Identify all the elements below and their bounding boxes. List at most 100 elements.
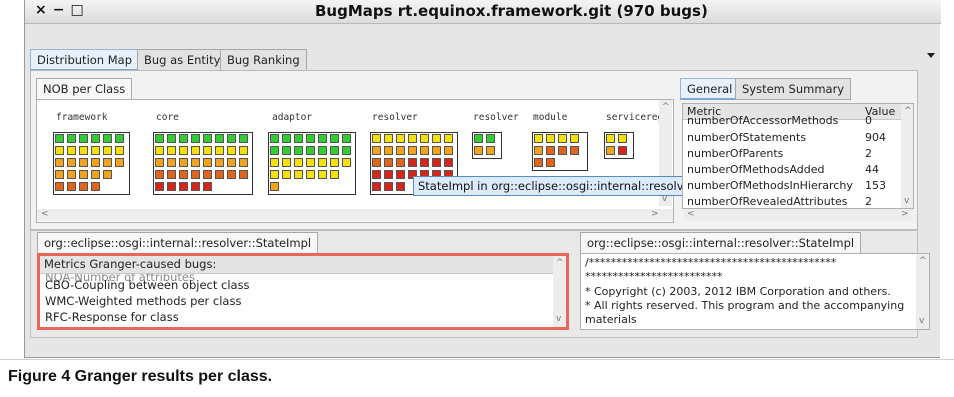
class-cell[interactable] bbox=[384, 134, 393, 143]
minimize-icon[interactable]: − bbox=[53, 2, 71, 18]
class-cell[interactable] bbox=[103, 158, 112, 167]
class-cell[interactable] bbox=[67, 170, 76, 179]
table-row[interactable]: numberOfAccessorMethods 0 bbox=[683, 114, 903, 130]
class-cell[interactable] bbox=[215, 134, 224, 143]
class-cell[interactable] bbox=[270, 182, 279, 191]
table-row[interactable]: numberOfMethodsInHierarchy 153 bbox=[683, 179, 903, 195]
class-cell[interactable] bbox=[167, 182, 176, 191]
class-cell[interactable] bbox=[155, 182, 164, 191]
class-cell[interactable] bbox=[67, 134, 76, 143]
source-scrollbar[interactable]: ^ v bbox=[916, 254, 929, 329]
class-cell[interactable] bbox=[306, 146, 315, 155]
class-cell[interactable] bbox=[474, 146, 483, 155]
class-cell[interactable] bbox=[558, 134, 567, 143]
class-cell[interactable] bbox=[420, 146, 429, 155]
class-cell[interactable] bbox=[55, 158, 64, 167]
class-cell[interactable] bbox=[282, 170, 291, 179]
class-cell[interactable] bbox=[372, 134, 381, 143]
class-cell[interactable] bbox=[91, 170, 100, 179]
class-cell[interactable] bbox=[167, 146, 176, 155]
class-cell[interactable] bbox=[67, 158, 76, 167]
class-cell[interactable] bbox=[79, 182, 88, 191]
class-cell[interactable] bbox=[372, 146, 381, 155]
class-cell[interactable] bbox=[239, 146, 248, 155]
class-cell[interactable] bbox=[546, 146, 555, 155]
class-cell[interactable] bbox=[384, 182, 393, 191]
table-row[interactable]: numberOfMethodsAdded 44 bbox=[683, 163, 903, 179]
class-cell[interactable] bbox=[384, 170, 393, 179]
class-cell[interactable] bbox=[534, 134, 543, 143]
class-cell[interactable] bbox=[79, 134, 88, 143]
class-cell[interactable] bbox=[203, 134, 212, 143]
class-cell[interactable] bbox=[294, 146, 303, 155]
class-cell[interactable] bbox=[55, 170, 64, 179]
class-cell[interactable] bbox=[372, 182, 381, 191]
class-cell[interactable] bbox=[191, 146, 200, 155]
class-cell[interactable] bbox=[606, 146, 615, 155]
class-cell[interactable] bbox=[191, 134, 200, 143]
table-row[interactable]: numberOfRevealedAttributes 2 bbox=[683, 195, 903, 208]
class-cell[interactable] bbox=[67, 146, 76, 155]
scroll-right-icon[interactable]: > bbox=[651, 209, 659, 219]
class-cell[interactable] bbox=[318, 146, 327, 155]
class-cell[interactable] bbox=[155, 146, 164, 155]
table-row[interactable]: numberOfStatements 904 bbox=[683, 131, 903, 147]
class-cell[interactable] bbox=[79, 170, 88, 179]
class-cell[interactable] bbox=[227, 146, 236, 155]
scroll-up-icon[interactable]: ^ bbox=[662, 102, 670, 112]
class-cell[interactable] bbox=[534, 146, 543, 155]
scroll-up-icon[interactable]: ^ bbox=[919, 256, 927, 266]
class-cell[interactable] bbox=[570, 146, 579, 155]
class-cell[interactable] bbox=[191, 170, 200, 179]
class-cell[interactable] bbox=[282, 146, 291, 155]
class-cell[interactable] bbox=[203, 182, 212, 191]
class-cell[interactable] bbox=[396, 158, 405, 167]
class-cell[interactable] bbox=[270, 134, 279, 143]
scroll-right-icon[interactable]: > bbox=[901, 209, 909, 219]
class-cell[interactable] bbox=[558, 146, 567, 155]
scroll-left-icon[interactable]: < bbox=[41, 209, 49, 219]
scroll-left-icon[interactable]: < bbox=[687, 209, 695, 219]
class-cell[interactable] bbox=[155, 170, 164, 179]
scroll-up-icon[interactable]: ^ bbox=[904, 106, 912, 116]
class-cell[interactable] bbox=[330, 146, 339, 155]
class-cell[interactable] bbox=[474, 134, 483, 143]
class-cell[interactable] bbox=[534, 158, 543, 167]
class-cell[interactable] bbox=[227, 134, 236, 143]
class-cell[interactable] bbox=[306, 170, 315, 179]
tab-granger-class[interactable]: org::eclipse::osgi::internal::resolver::… bbox=[37, 232, 319, 254]
class-cell[interactable] bbox=[191, 158, 200, 167]
class-cell[interactable] bbox=[103, 134, 112, 143]
class-cell[interactable] bbox=[55, 134, 64, 143]
class-cell[interactable] bbox=[384, 146, 393, 155]
metrics-horizontal-scrollbar[interactable]: < > bbox=[683, 209, 913, 221]
class-cell[interactable] bbox=[215, 146, 224, 155]
class-cell[interactable] bbox=[91, 158, 100, 167]
class-cell[interactable] bbox=[103, 170, 112, 179]
class-cell[interactable] bbox=[372, 158, 381, 167]
class-cell[interactable] bbox=[203, 170, 212, 179]
metrics-vertical-scrollbar[interactable]: ^ v bbox=[901, 104, 913, 208]
tab-general[interactable]: General bbox=[680, 78, 740, 100]
class-cell[interactable] bbox=[191, 182, 200, 191]
map-horizontal-scrollbar[interactable]: < > bbox=[37, 209, 673, 221]
class-cell[interactable] bbox=[167, 170, 176, 179]
class-cell[interactable] bbox=[179, 170, 188, 179]
class-cell[interactable] bbox=[294, 158, 303, 167]
class-cell[interactable] bbox=[270, 170, 279, 179]
class-cell[interactable] bbox=[55, 182, 64, 191]
class-cell[interactable] bbox=[618, 146, 627, 155]
class-cell[interactable] bbox=[546, 158, 555, 167]
class-cell[interactable] bbox=[155, 158, 164, 167]
class-cell[interactable] bbox=[408, 134, 417, 143]
class-cell[interactable] bbox=[282, 158, 291, 167]
tab-distribution-map[interactable]: Distribution Map bbox=[30, 49, 140, 71]
class-cell[interactable] bbox=[115, 158, 124, 167]
class-cell[interactable] bbox=[179, 182, 188, 191]
class-cell[interactable] bbox=[91, 146, 100, 155]
class-cell[interactable] bbox=[115, 146, 124, 155]
class-cell[interactable] bbox=[330, 134, 339, 143]
class-cell[interactable] bbox=[546, 134, 555, 143]
tab-system-summary[interactable]: System Summary bbox=[735, 78, 852, 100]
class-cell[interactable] bbox=[486, 134, 495, 143]
